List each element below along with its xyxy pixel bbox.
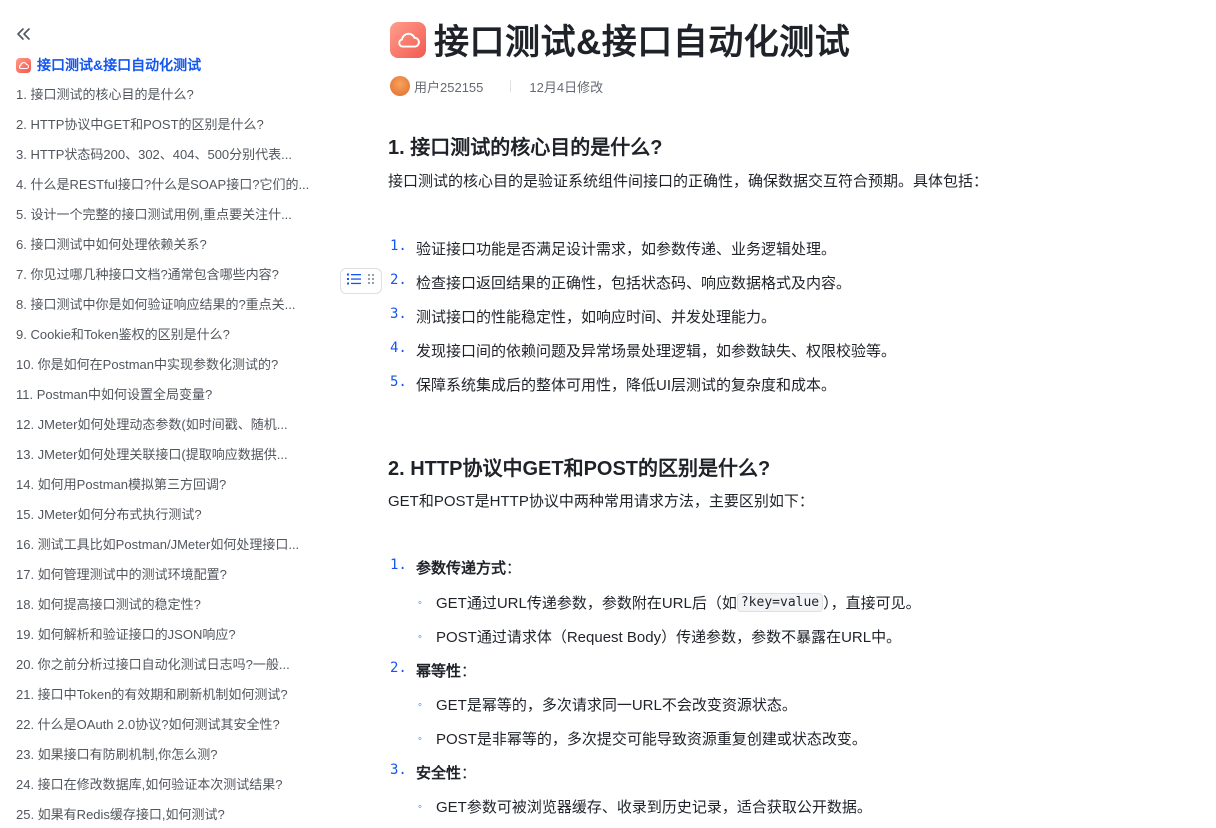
list-item: 3. 安全性： — [388, 762, 476, 783]
page-title[interactable]: 接口测试&接口自动化测试 — [434, 14, 850, 65]
toc-item[interactable]: 12. JMeter如何处理动态参数(如时间戳、随机... — [16, 410, 322, 440]
toc-item[interactable]: 6. 接口测试中如何处理依赖关系? — [16, 230, 322, 260]
toc-item[interactable]: 3. HTTP状态码200、302、404、500分别代表... — [16, 140, 322, 170]
bullet-marker: ◦ — [418, 732, 422, 745]
list-icon[interactable] — [347, 272, 361, 291]
bullet-text: ），直接可见。 — [823, 595, 921, 612]
list-item-text: 测试接口的性能稳定性，如响应时间、并发处理能力。 — [416, 309, 777, 326]
list-number: 3. — [390, 306, 407, 322]
toc-item[interactable]: 14. 如何用Postman模拟第三方回调? — [16, 470, 322, 500]
toc-item[interactable]: 17. 如何管理测试中的测试环境配置? — [16, 560, 322, 590]
toc-item[interactable]: 8. 接口测试中你是如何验证响应结果的?重点关... — [16, 290, 322, 320]
bullet-item: ◦ GET通过URL传递参数，参数附在URL后（如 ?key=value ），直… — [418, 592, 921, 613]
list-item: 5. 保障系统集成后的整体可用性，降低UI层测试的复杂度和成本。 — [388, 374, 836, 395]
doc-meta: 用户252155 12月4日修改 — [390, 76, 603, 96]
cloud-doc-icon[interactable] — [390, 21, 426, 58]
toc-item[interactable]: 18. 如何提高接口测试的稳定性? — [16, 590, 322, 620]
bullet-marker: ◦ — [418, 800, 422, 813]
list-item-text: 保障系统集成后的整体可用性，降低UI层测试的复杂度和成本。 — [416, 377, 837, 394]
list-number: 1. — [390, 557, 407, 573]
list-item-text: 发现接口间的依赖问题及异常场景处理逻辑，如参数缺失、权限校验等。 — [416, 343, 897, 360]
list-item: 4. 发现接口间的依赖问题及异常场景处理逻辑，如参数缺失、权限校验等。 — [388, 340, 896, 361]
toc-item[interactable]: 24. 接口在修改数据库,如何验证本次测试结果? — [16, 770, 322, 800]
section-heading-1: 1. 接口测试的核心目的是什么? — [388, 137, 663, 159]
bullet-marker: ◦ — [418, 630, 422, 643]
bullet-marker: ◦ — [418, 596, 422, 609]
section-1-intro: 接口测试的核心目的是验证系统组件间接口的正确性，确保数据交互符合预期。具体包括： — [388, 173, 989, 190]
list-item-label: 安全性 — [416, 765, 462, 782]
toc-item[interactable]: 21. 接口中Token的有效期和刷新机制如何测试? — [16, 680, 322, 710]
list-number: 2. — [390, 660, 407, 676]
meta-divider — [510, 80, 512, 92]
list-item-text: 验证接口功能是否满足设计需求，如参数传递、业务逻辑处理。 — [416, 241, 837, 258]
toc-item[interactable]: 1. 接口测试的核心目的是什么? — [16, 80, 322, 110]
list-item-label: 幂等性 — [416, 663, 462, 680]
list-item: 1. 验证接口功能是否满足设计需求，如参数传递、业务逻辑处理。 — [388, 238, 836, 259]
toc-item[interactable]: 11. Postman中如何设置全局变量? — [16, 380, 322, 410]
section-2-intro: GET和POST是HTTP协议中两种常用请求方法，主要区别如下： — [388, 493, 814, 510]
section-heading-2: 2. HTTP协议中GET和POST的区别是什么? — [388, 458, 771, 480]
colon: ： — [506, 560, 522, 577]
bullet-text: GET参数可被浏览器缓存、收录到历史记录，适合获取公开数据。 — [436, 799, 872, 816]
toc-item[interactable]: 15. JMeter如何分布式执行测试? — [16, 500, 322, 530]
toc-item[interactable]: 19. 如何解析和验证接口的JSON响应? — [16, 620, 322, 650]
list-item-label: 参数传递方式 — [416, 560, 507, 577]
toc-item[interactable]: 13. JMeter如何处理关联接口(提取响应数据供... — [16, 440, 322, 470]
modified-time: 12月4日修改 — [529, 79, 604, 95]
list-item: 2. 检查接口返回结果的正确性，包括状态码、响应数据格式及内容。 — [388, 272, 851, 293]
colon: ： — [461, 663, 477, 680]
list-number: 1. — [390, 238, 407, 254]
list-item: 2. 幂等性： — [388, 660, 476, 681]
list-item: 3. 测试接口的性能稳定性，如响应时间、并发处理能力。 — [388, 306, 776, 327]
author-name[interactable]: 用户252155 — [414, 77, 483, 96]
avatar[interactable] — [390, 76, 410, 96]
toc-item[interactable]: 22. 什么是OAuth 2.0协议?如何测试其安全性? — [16, 710, 322, 740]
colon: ： — [461, 765, 477, 782]
bullet-item: ◦ POST通过请求体（Request Body）传递参数，参数不暴露在URL中… — [418, 626, 901, 647]
list-number: 2. — [390, 272, 407, 288]
toc-item[interactable]: 4. 什么是RESTful接口?什么是SOAP接口?它们的... — [16, 170, 322, 200]
toc-item[interactable]: 2. HTTP协议中GET和POST的区别是什么? — [16, 110, 322, 140]
toc-list: 1. 接口测试的核心目的是什么? 2. HTTP协议中GET和POST的区别是什… — [16, 80, 322, 828]
list-number: 5. — [390, 374, 407, 390]
toc-title[interactable]: 接口测试&接口自动化测试 — [37, 55, 201, 75]
bullet-text: POST通过请求体（Request Body）传递参数，参数不暴露在URL中。 — [436, 629, 902, 646]
list-number: 3. — [390, 762, 407, 778]
title-row: 接口测试&接口自动化测试 — [390, 14, 850, 65]
toc-sidebar: 接口测试&接口自动化测试 1. 接口测试的核心目的是什么? 2. HTTP协议中… — [0, 0, 330, 828]
toc-item[interactable]: 20. 你之前分析过接口自动化测试日志吗?一般... — [16, 650, 322, 680]
toc-item[interactable]: 5. 设计一个完整的接口测试用例,重点要关注什... — [16, 200, 322, 230]
bullet-text: GET通过URL传递参数，参数附在URL后（如 — [436, 595, 737, 612]
list-number: 4. — [390, 340, 407, 356]
bullet-item: ◦ GET参数可被浏览器缓存、收录到历史记录，适合获取公开数据。 — [418, 796, 872, 817]
collapse-sidebar-icon[interactable] — [13, 24, 33, 44]
toc-item[interactable]: 16. 测试工具比如Postman/JMeter如何处理接口... — [16, 530, 322, 560]
toc-title-row[interactable]: 接口测试&接口自动化测试 — [16, 55, 201, 75]
toc-item[interactable]: 7. 你见过哪几种接口文档?通常包含哪些内容? — [16, 260, 322, 290]
toc-item[interactable]: 9. Cookie和Token鉴权的区别是什么? — [16, 320, 322, 350]
inline-code: ?key=value — [736, 593, 824, 612]
list-item: 1. 参数传递方式： — [388, 557, 521, 578]
block-handle[interactable] — [340, 268, 382, 294]
bullet-item: ◦ GET是幂等的，多次请求同一URL不会改变资源状态。 — [418, 694, 797, 715]
bullet-text: POST是非幂等的，多次提交可能导致资源重复创建或状态改变。 — [436, 731, 867, 748]
cloud-doc-icon — [16, 57, 31, 73]
list-item-text: 检查接口返回结果的正确性，包括状态码、响应数据格式及内容。 — [416, 275, 852, 292]
drag-handle-icon[interactable] — [367, 272, 375, 290]
bullet-text: GET是幂等的，多次请求同一URL不会改变资源状态。 — [436, 697, 797, 714]
toc-item[interactable]: 23. 如果接口有防刷机制,你怎么测? — [16, 740, 322, 770]
bullet-item: ◦ POST是非幂等的，多次提交可能导致资源重复创建或状态改变。 — [418, 728, 867, 749]
bullet-marker: ◦ — [418, 698, 422, 711]
toc-item[interactable]: 10. 你是如何在Postman中实现参数化测试的? — [16, 350, 322, 380]
toc-item[interactable]: 25. 如果有Redis缓存接口,如何测试? — [16, 800, 322, 828]
